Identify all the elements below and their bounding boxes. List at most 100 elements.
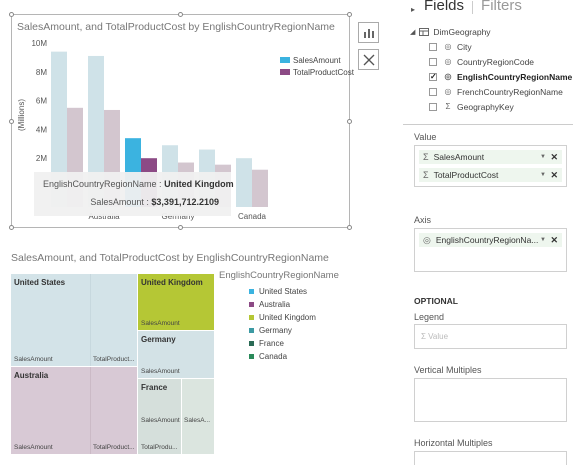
- bar-salesamount: [236, 158, 252, 207]
- fields-pane: ▸ Fields Filters ◢ DimGeography ◎ City ◎…: [403, 0, 573, 465]
- treemap-tile-canada[interactable]: SalesA...: [182, 379, 214, 454]
- remove-icon[interactable]: ✕: [550, 170, 558, 181]
- treemap-tile-germany[interactable]: Germany SalesAmount: [138, 331, 214, 378]
- tile-measure-label: TotalProduct...: [93, 444, 135, 451]
- tab-divider: [472, 1, 474, 14]
- tooltip-key: SalesAmount :: [90, 197, 149, 207]
- field-checkbox[interactable]: [429, 42, 437, 51]
- value-well[interactable]: Σ SalesAmount ▼ ✕ Σ TotalProductCost ▼ ✕: [414, 145, 567, 187]
- field-label: City: [457, 41, 472, 52]
- field-checkbox[interactable]: [429, 57, 437, 66]
- treemap-tile-australia[interactable]: Australia SalesAmount TotalProduct...: [11, 367, 137, 454]
- value-field-pill[interactable]: Σ SalesAmount ▼ ✕: [419, 150, 562, 164]
- remove-icon[interactable]: ✕: [550, 152, 558, 163]
- y-tick-label: 4M: [36, 125, 47, 134]
- axis-well[interactable]: ◎ EnglishCountryRegionNa... ▼ ✕: [414, 228, 567, 272]
- legend-label: Australia: [259, 300, 291, 309]
- table-name: DimGeography: [433, 26, 491, 37]
- tile-measure-label: SalesA...: [184, 417, 211, 424]
- bar-chart-legend: SalesAmount TotalProductCost: [280, 54, 354, 78]
- remove-icon[interactable]: ✕: [550, 235, 558, 246]
- legend-label: Canada: [259, 352, 288, 361]
- sigma-icon: Σ: [423, 170, 429, 180]
- value-field-pill[interactable]: Σ TotalProductCost ▼ ✕: [419, 168, 562, 182]
- legend-item[interactable]: Germany: [219, 324, 339, 337]
- field-item-geographykey[interactable]: Σ GeographyKey: [403, 99, 573, 114]
- legend-swatch: [249, 289, 254, 294]
- pane-header: ▸ Fields Filters: [403, 0, 573, 14]
- field-item-city[interactable]: ◎ City: [403, 39, 573, 54]
- delete-visual-button[interactable]: [358, 49, 379, 70]
- bar-tooltip: EnglishCountryRegionName : United Kingdo…: [34, 172, 234, 216]
- tile-label: Germany: [141, 335, 176, 344]
- dropdown-icon[interactable]: ▼: [540, 237, 546, 243]
- dropdown-icon[interactable]: ▼: [540, 172, 546, 178]
- tile-measure-label: SalesAmount: [141, 417, 180, 424]
- treemap-tile-france[interactable]: France SalesAmount TotalProdu...: [138, 379, 181, 454]
- treemap-legend: EnglishCountryRegionName United States A…: [219, 270, 339, 363]
- legend-item[interactable]: Canada: [219, 350, 339, 363]
- vertical-multiples-well[interactable]: [414, 378, 567, 422]
- tile-measure-label: SalesAmount: [141, 368, 180, 375]
- legend-label: TotalProductCost: [293, 67, 354, 77]
- legend-label: Germany: [259, 326, 292, 335]
- axis-well-label: Axis: [414, 215, 432, 225]
- legend-swatch: [280, 57, 290, 63]
- legend-swatch: [249, 315, 254, 320]
- legend-item[interactable]: United Kingdom: [219, 311, 339, 324]
- table-icon: [419, 27, 430, 36]
- field-checkbox[interactable]: [429, 102, 437, 111]
- tab-filters[interactable]: Filters: [481, 0, 522, 14]
- dropdown-icon[interactable]: ▼: [540, 154, 546, 160]
- horizontal-multiples-well[interactable]: [414, 451, 567, 465]
- tile-label: United Kingdom: [141, 278, 203, 287]
- treemap-title: SalesAmount, and TotalProductCost by Eng…: [11, 252, 329, 264]
- globe-icon: ◎: [444, 72, 452, 81]
- legend-item-totalproductcost[interactable]: TotalProductCost: [280, 66, 354, 78]
- tooltip-key: EnglishCountryRegionName :: [43, 179, 162, 189]
- expand-triangle-icon[interactable]: ◢: [410, 28, 415, 36]
- legend-well[interactable]: Σ Value: [414, 324, 567, 349]
- horizontal-multiples-label: Horizontal Multiples: [414, 438, 493, 448]
- report-canvas: SalesAmount, and TotalProductCost by Eng…: [0, 0, 573, 465]
- treemap-tile-united-states[interactable]: United States SalesAmount TotalProduct..…: [11, 274, 137, 366]
- field-item-englishcountryregionname[interactable]: ✓ ◎ EnglishCountryRegionName: [403, 69, 573, 84]
- tooltip-value: $3,391,712.2109: [151, 197, 219, 207]
- tile-divider: [90, 367, 91, 454]
- axis-field-pill[interactable]: ◎ EnglishCountryRegionNa... ▼ ✕: [419, 233, 562, 247]
- vertical-multiples-label: Vertical Multiples: [414, 365, 482, 375]
- collapse-arrow-icon[interactable]: ▸: [411, 5, 415, 14]
- field-label: EnglishCountryRegionName: [457, 71, 573, 82]
- field-item-frenchcountryregionname[interactable]: ◎ FrenchCountryRegionName: [403, 84, 573, 99]
- globe-icon: ◎: [444, 87, 452, 96]
- field-checkbox-checked[interactable]: ✓: [429, 72, 437, 81]
- field-label: GeographyKey: [457, 101, 514, 112]
- legend-swatch: [249, 302, 254, 307]
- legend-label: United Kingdom: [259, 313, 316, 322]
- close-icon: [363, 54, 374, 65]
- field-label: CountryRegionCode: [457, 56, 535, 67]
- legend-item-salesamount[interactable]: SalesAmount: [280, 54, 354, 66]
- tile-measure-label: SalesAmount: [14, 444, 53, 451]
- field-item-countryregioncode[interactable]: ◎ CountryRegionCode: [403, 54, 573, 69]
- legend-label: France: [259, 339, 284, 348]
- legend-item[interactable]: France: [219, 337, 339, 350]
- legend-item[interactable]: United States: [219, 285, 339, 298]
- field-checkbox[interactable]: [429, 87, 437, 96]
- y-tick-label: 8M: [36, 68, 47, 77]
- pane-divider: [403, 124, 573, 125]
- y-tick-label: 6M: [36, 97, 47, 106]
- legend-well-label: Legend: [414, 312, 445, 322]
- legend-well-placeholder: Σ Value: [421, 332, 449, 341]
- field-list: ◢ DimGeography ◎ City ◎ CountryRegionCod…: [403, 24, 573, 114]
- table-node-dimgeography[interactable]: ◢ DimGeography: [403, 24, 573, 39]
- treemap-tile-united-kingdom[interactable]: United Kingdom SalesAmount: [138, 274, 214, 330]
- pill-label: TotalProductCost: [433, 170, 499, 180]
- tile-measure-label: TotalProduct...: [93, 356, 135, 363]
- legend-item[interactable]: Australia: [219, 298, 339, 311]
- tooltip-value: United Kingdom: [164, 179, 234, 189]
- change-visual-button[interactable]: [358, 22, 379, 43]
- tab-fields[interactable]: Fields: [424, 0, 464, 14]
- tile-measure-label: SalesAmount: [14, 356, 53, 363]
- legend-swatch: [249, 328, 254, 333]
